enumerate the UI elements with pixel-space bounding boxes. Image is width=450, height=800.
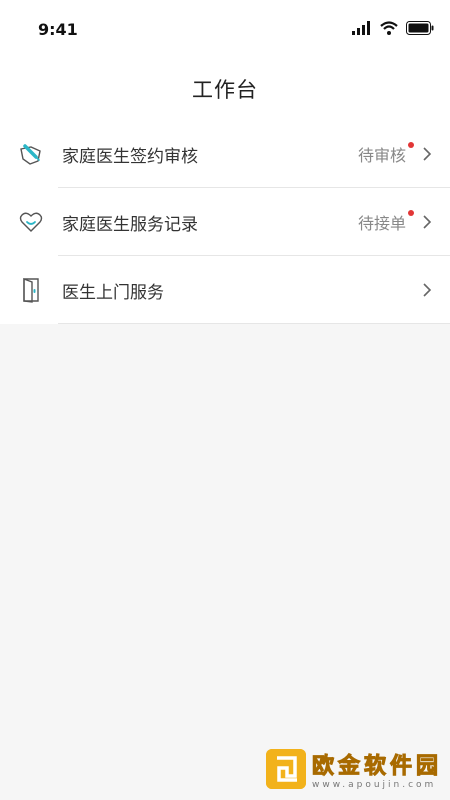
- divider: [58, 323, 450, 324]
- chevron-right-icon: [420, 283, 434, 297]
- status-text: 待审核: [357, 146, 406, 165]
- status-icons: [352, 20, 434, 38]
- heart-icon: [18, 209, 44, 235]
- status-time: 9:41: [38, 20, 78, 39]
- page-title: 工作台: [192, 78, 258, 102]
- menu-list: 家庭医生签约审核 待审核 家庭医生服务记录 待接单 医生上门服务: [0, 120, 450, 324]
- menu-item-signing-review[interactable]: 家庭医生签约审核 待审核: [0, 120, 450, 188]
- signing-review-icon: [18, 141, 44, 167]
- menu-item-service-records[interactable]: 家庭医生服务记录 待接单: [0, 188, 450, 256]
- header: 工作台: [0, 58, 450, 120]
- menu-item-label: 医生上门服务: [62, 282, 164, 303]
- battery-icon: [406, 20, 434, 39]
- status-bar: 9:41: [0, 0, 450, 58]
- menu-item-home-visit[interactable]: 医生上门服务: [0, 256, 450, 324]
- menu-item-label: 家庭医生服务记录: [62, 214, 198, 235]
- notification-dot: [408, 210, 414, 216]
- signal-icon: [352, 20, 372, 39]
- watermark-title: 欧金软件园: [311, 754, 442, 780]
- door-icon: [18, 277, 44, 303]
- chevron-right-icon: [420, 147, 434, 161]
- watermark-url: www.apoujin.com: [311, 780, 437, 790]
- notification-dot: [408, 142, 414, 148]
- wifi-icon: [380, 20, 398, 39]
- status-text: 待接单: [357, 214, 406, 233]
- watermark-logo-icon: [265, 749, 306, 789]
- watermark: 欧金软件园 www.apoujin.com: [265, 748, 442, 790]
- chevron-right-icon: [420, 215, 434, 229]
- menu-item-label: 家庭医生签约审核: [62, 146, 198, 167]
